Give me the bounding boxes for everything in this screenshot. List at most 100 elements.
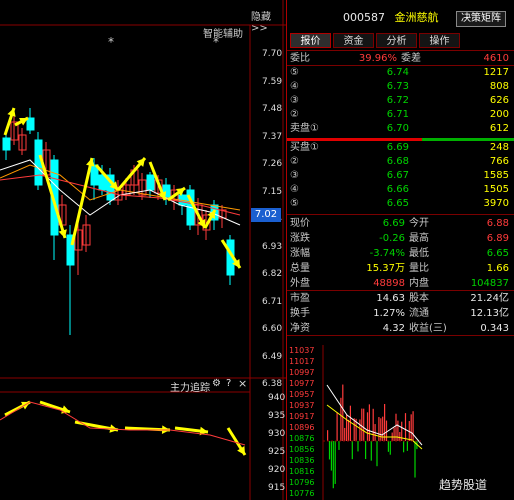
mini-axis-label: 10937: [289, 401, 314, 410]
mini-bar: [348, 420, 349, 441]
mini-bar: [329, 441, 330, 459]
stock-name: 金洲慈航: [395, 11, 439, 24]
mini-bar: [352, 441, 353, 459]
quote-v1: 48898: [337, 276, 405, 291]
candle-body: [3, 138, 10, 150]
mini-bar: [337, 412, 338, 441]
mini-axis-label: 10796: [289, 478, 314, 487]
order-volume: 766: [490, 155, 509, 169]
mini-bar: [390, 441, 391, 455]
smart-assist-label[interactable]: 智能辅助: [203, 25, 243, 40]
tab-quote[interactable]: 报价: [290, 33, 331, 48]
mini-bar: [397, 421, 398, 441]
arrow-annotation: [228, 428, 245, 455]
mini-bar: [405, 413, 406, 441]
mini-bar: [394, 428, 395, 441]
candle-body: [147, 175, 154, 190]
order-price: 6.69: [347, 141, 409, 155]
order-level: ②: [290, 108, 299, 122]
quote-row: 外盘 48898 内盘 104837: [287, 276, 514, 291]
quote-l1: 市盈: [290, 291, 310, 306]
quote-l2: 最低: [409, 246, 429, 261]
mini-bar: [344, 428, 345, 441]
mini-axis-label: 10836: [289, 456, 314, 465]
mini-bar: [342, 385, 343, 441]
order-price: 6.66: [347, 183, 409, 197]
tab-analysis[interactable]: 分析: [376, 33, 417, 48]
sell-order-row: ④ 6.73 808: [287, 80, 514, 94]
kline-chart-svg[interactable]: [0, 0, 286, 500]
price-axis-label: 6.82: [262, 269, 282, 279]
order-price: 6.72: [347, 94, 409, 108]
mini-axis-label: 10896: [289, 423, 314, 432]
order-volume: 3970: [484, 197, 509, 211]
marker-star: *: [213, 35, 219, 49]
order-price: 6.74: [347, 66, 409, 80]
price-axis-label: 7.70: [262, 49, 282, 59]
order-volume: 200: [490, 108, 509, 122]
quote-v2: 12.13亿: [470, 306, 509, 321]
close-icon[interactable]: ×: [238, 377, 247, 390]
hide-panel-button[interactable]: 隐藏>>: [251, 8, 286, 34]
mini-bar: [357, 441, 358, 451]
order-price: 6.67: [347, 169, 409, 183]
buy-order-row: ④ 6.66 1505: [287, 183, 514, 197]
mini-bar: [414, 441, 415, 478]
kline-chart-area[interactable]: 隐藏>> 智能辅助 * * 7.70 7.59 7.48 7.37 7.26 7.15 7.…: [0, 0, 286, 500]
price-axis-label: 6.71: [262, 297, 282, 307]
quote-v2: 6.65: [487, 246, 509, 261]
price-axis-label: 6.93: [262, 242, 282, 252]
mini-bar: [340, 398, 341, 441]
ratio-value: 39.96%: [327, 52, 397, 65]
ratio-label: 委比: [290, 52, 310, 65]
order-volume: 612: [490, 122, 509, 136]
price-axis-label: 7.15: [262, 187, 282, 197]
quote-row: 现价 6.69 今开 6.88: [287, 216, 514, 231]
buy-order-row: ② 6.68 766: [287, 155, 514, 169]
tab-operation[interactable]: 操作: [419, 33, 460, 48]
price-axis-label: 7.59: [262, 77, 282, 87]
order-volume: 626: [490, 94, 509, 108]
mini-axis-label: 10876: [289, 434, 314, 443]
mini-axis-label: 10977: [289, 379, 314, 388]
mini-bar: [371, 441, 372, 461]
mini-bar: [376, 441, 377, 466]
mini-axis-label: 11017: [289, 357, 314, 366]
quote-v2: 21.24亿: [470, 291, 509, 306]
fundamental-row: 净资 4.32 收益(三) 0.343: [287, 321, 514, 336]
order-level: 买盘①: [290, 141, 319, 155]
order-level: ③: [290, 169, 299, 183]
mini-bar: [399, 432, 400, 441]
gear-icon[interactable]: ⚙: [212, 378, 221, 389]
order-level: ②: [290, 155, 299, 169]
tab-funds[interactable]: 资金: [333, 33, 374, 48]
quote-l1: 换手: [290, 306, 310, 321]
mini-bar: [373, 409, 374, 441]
order-volume: 1585: [484, 169, 509, 183]
quote-row: 总量 15.37万 量比 1.66: [287, 261, 514, 276]
sell-order-row: ② 6.71 200: [287, 108, 514, 122]
decision-matrix-button[interactable]: 决策矩阵: [456, 11, 506, 27]
help-icon[interactable]: ?: [226, 378, 231, 389]
price-axis-label: 7.37: [262, 132, 282, 142]
mini-axis-label: 10957: [289, 390, 314, 399]
indicator-axis-label: 915: [268, 483, 285, 493]
quote-l1: 涨跌: [290, 231, 310, 246]
quote-l2: 今开: [409, 216, 429, 231]
stock-code: 000587: [343, 11, 385, 24]
quote-v1: 14.63: [337, 291, 405, 306]
quote-l2: 内盘: [409, 276, 429, 291]
fundamental-row: 市盈 14.63 股本 21.24亿: [287, 291, 514, 306]
marker-star: *: [108, 35, 114, 49]
order-level: 卖盘①: [290, 122, 319, 136]
indicator-title[interactable]: 主力追踪: [170, 379, 210, 394]
mini-axis-label: 10816: [289, 467, 314, 476]
panel-tabs: 报价 资金 分析 操作: [287, 33, 514, 49]
quote-l1: 总量: [290, 261, 310, 276]
order-level: ⑤: [290, 66, 299, 80]
mini-bar: [354, 418, 355, 441]
mini-bar: [338, 441, 339, 450]
order-volume: 1217: [484, 66, 509, 80]
mini-bar: [359, 419, 360, 441]
quote-l2: 量比: [409, 261, 429, 276]
